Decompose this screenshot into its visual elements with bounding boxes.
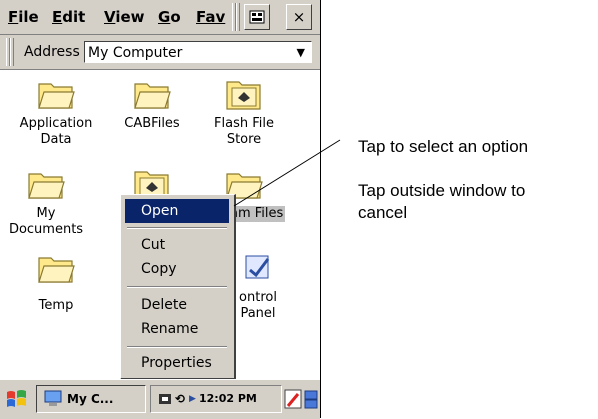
callout-pointer-line (233, 139, 341, 207)
callout-select: Tap to select an option (358, 137, 529, 156)
callout-cancel-line1: Tap outside window to (358, 181, 526, 200)
callout-cancel-line2: cancel (358, 203, 408, 222)
